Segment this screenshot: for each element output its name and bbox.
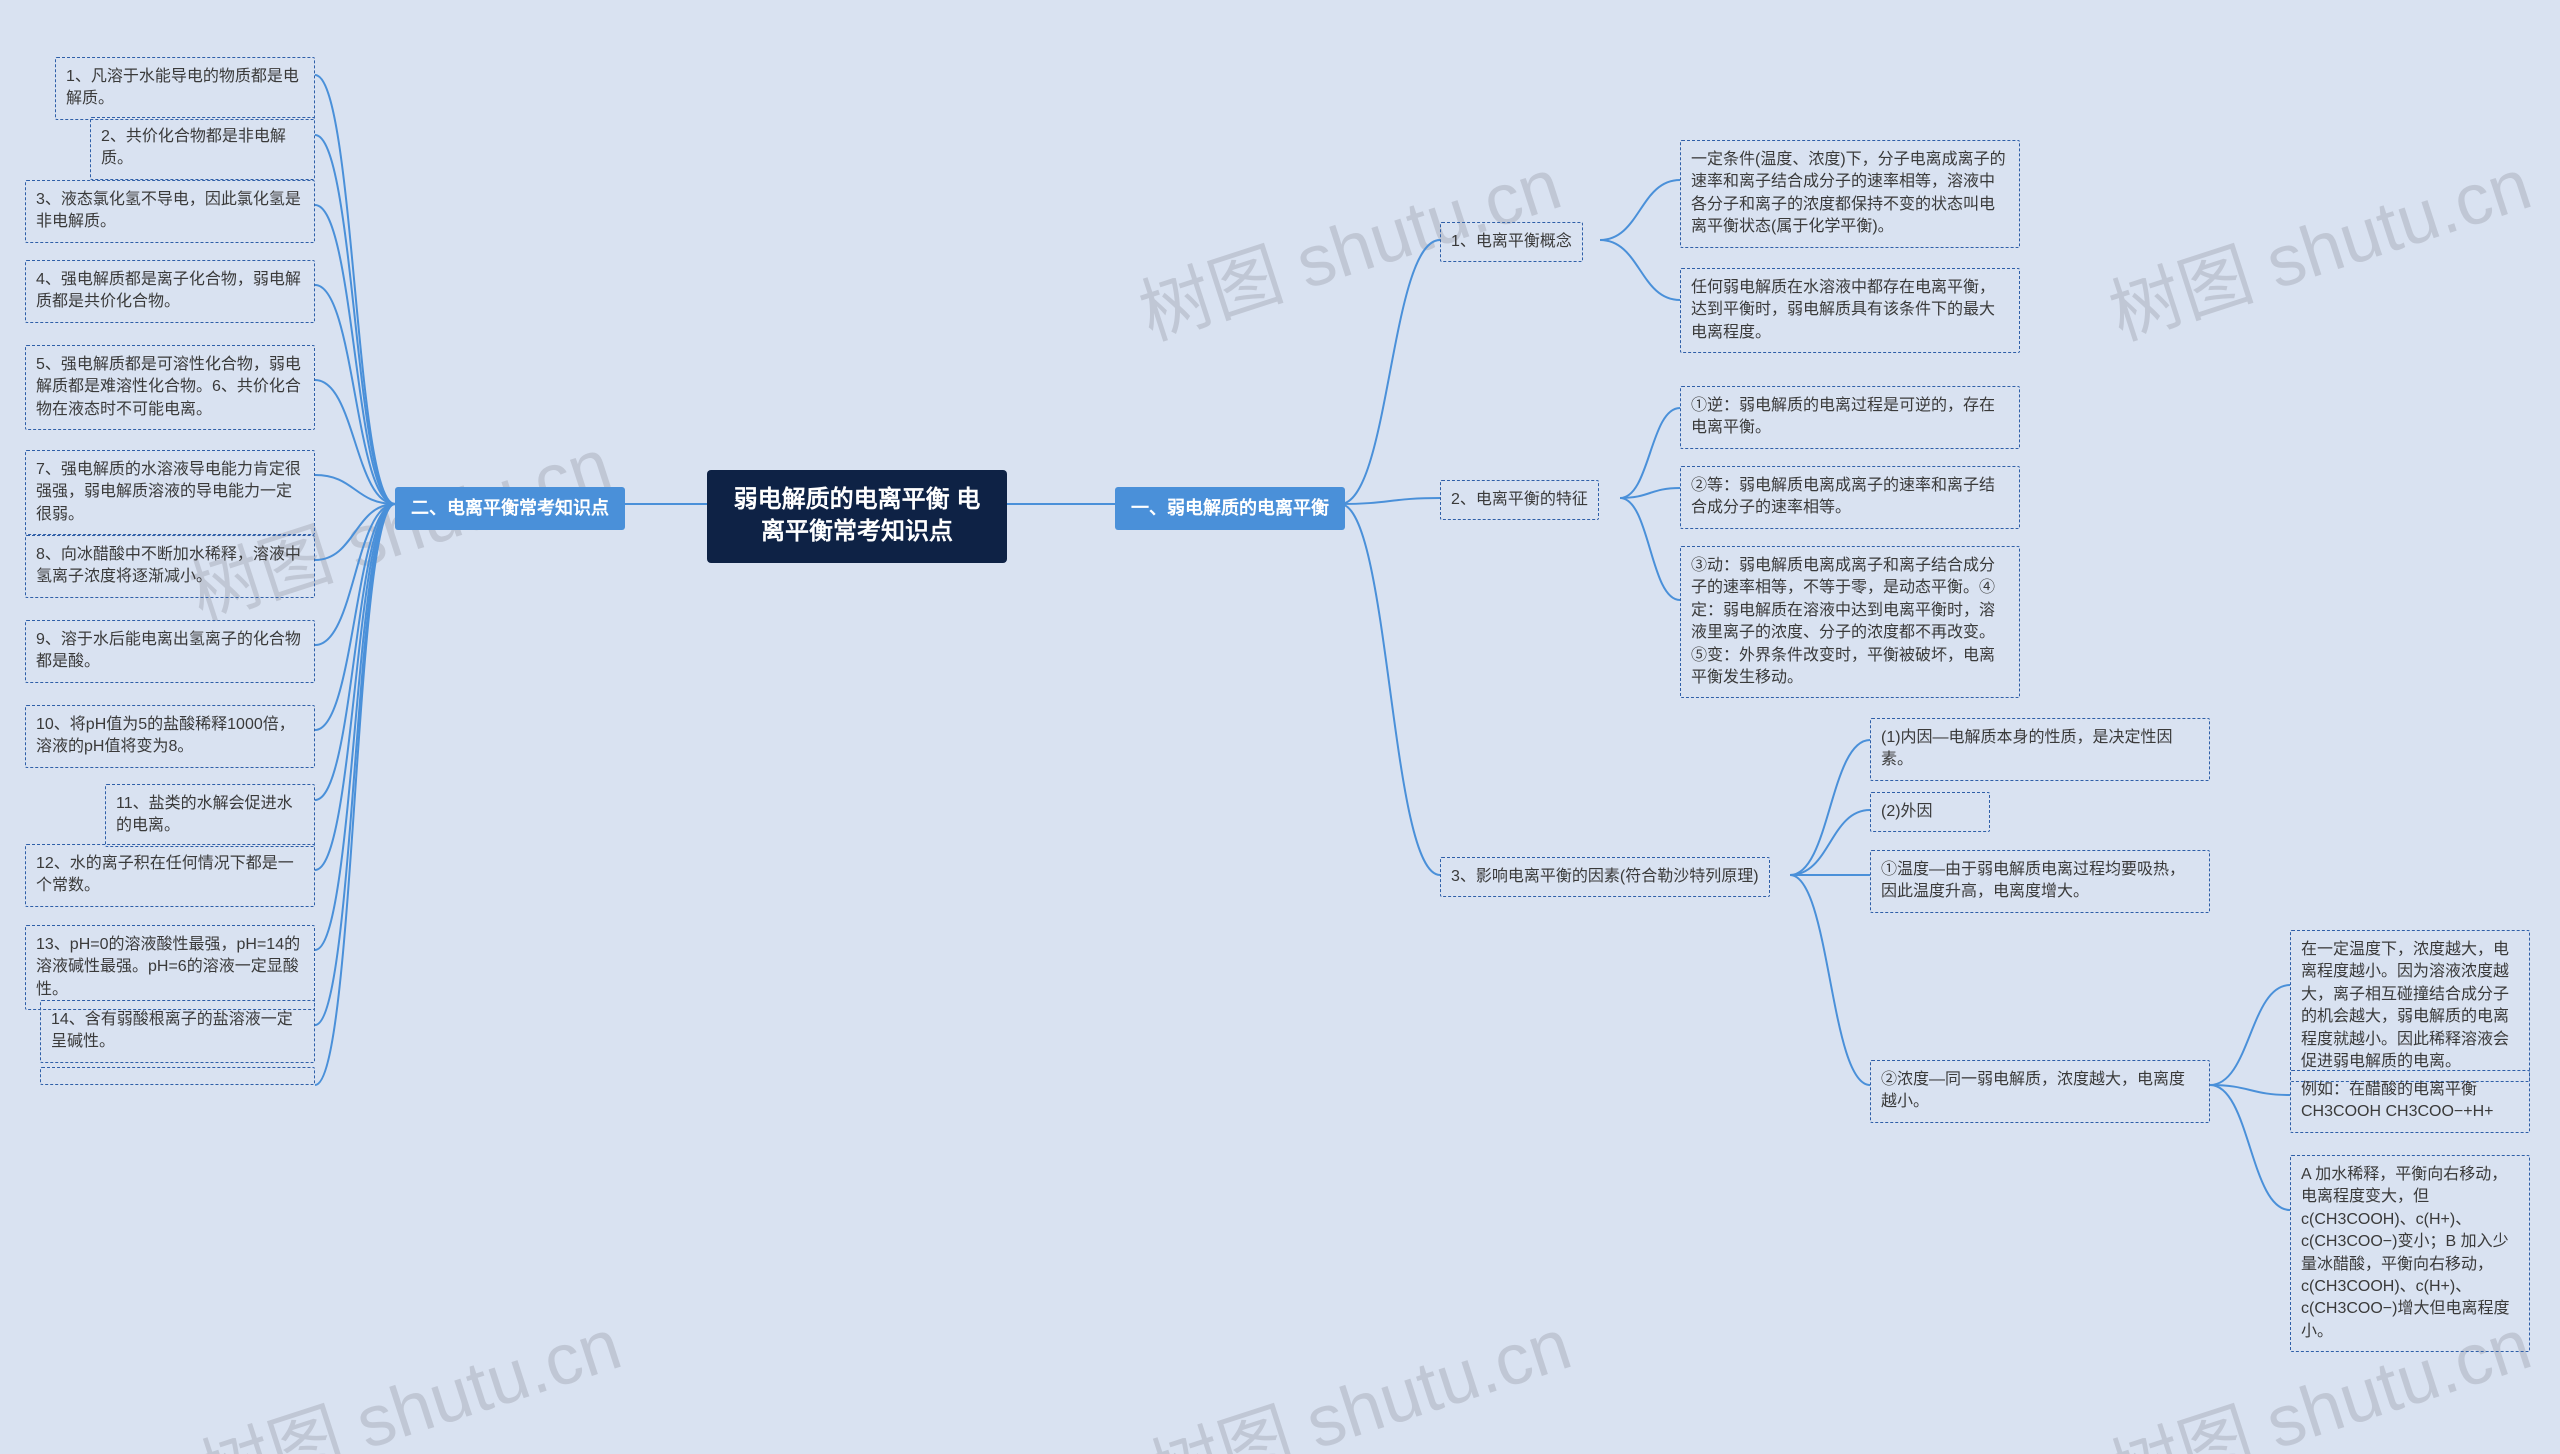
left-leaf-1: 1、凡溶于水能导电的物质都是电解质。 xyxy=(55,57,315,120)
right-sub-3-concentration: ②浓度—同一弱电解质，浓度越大，电离度越小。 xyxy=(1870,1060,2210,1123)
right-sub-3-conc-leaf-1: 在一定温度下，浓度越大，电离程度越小。因为溶液浓度越大，离子相互碰撞结合成分子的… xyxy=(2290,930,2530,1082)
left-leaf-6: 7、强电解质的水溶液导电能力肯定很强强，弱电解质溶液的导电能力一定很弱。 xyxy=(25,450,315,535)
right-sub-1-leaf-1: 一定条件(温度、浓度)下，分子电离成离子的速率和离子结合成分子的速率相等，溶液中… xyxy=(1680,140,2020,248)
branch-right: 一、弱电解质的电离平衡 xyxy=(1115,487,1345,530)
left-leaf-11: 12、水的离子积在任何情况下都是一个常数。 xyxy=(25,844,315,907)
left-leaf-14 xyxy=(40,1067,315,1085)
left-leaf-13: 14、含有弱酸根离子的盐溶液一定呈碱性。 xyxy=(40,1000,315,1063)
right-sub-3: 3、影响电离平衡的因素(符合勒沙特列原理) xyxy=(1440,857,1770,897)
left-leaf-9: 10、将pH值为5的盐酸稀释1000倍，溶液的pH值将变为8。 xyxy=(25,705,315,768)
right-sub-2: 2、电离平衡的特征 xyxy=(1440,480,1599,520)
right-sub-1: 1、电离平衡概念 xyxy=(1440,222,1583,262)
watermark: 树图 shutu.cn xyxy=(1134,1285,1581,1454)
right-sub-2-leaf-2: ②等：弱电解质电离成离子的速率和离子结合成分子的速率相等。 xyxy=(1680,466,2020,529)
right-sub-3-conc-leaf-2: 例如：在醋酸的电离平衡 CH3COOH CH3COO−+H+ xyxy=(2290,1070,2530,1133)
watermark: 树图 shutu.cn xyxy=(2094,125,2541,360)
watermark: 树图 shutu.cn xyxy=(184,1285,631,1454)
left-leaf-12: 13、pH=0的溶液酸性最强，pH=14的溶液碱性最强。pH=6的溶液一定显酸性… xyxy=(25,925,315,1010)
left-leaf-4: 4、强电解质都是离子化合物，弱电解质都是共价化合物。 xyxy=(25,260,315,323)
mindmap-canvas: 树图 shutu.cn 树图 shutu.cn 树图 shutu.cn 树图 s… xyxy=(0,0,2560,1454)
right-sub-2-leaf-3: ③动：弱电解质电离成离子和离子结合成分子的速率相等，不等于零，是动态平衡。④定：… xyxy=(1680,546,2020,698)
right-sub-3-leaf-1: (1)内因—电解质本身的性质，是决定性因素。 xyxy=(1870,718,2210,781)
left-leaf-7: 8、向冰醋酸中不断加水稀释，溶液中氢离子浓度将逐渐减小。 xyxy=(25,535,315,598)
right-sub-2-leaf-1: ①逆：弱电解质的电离过程是可逆的，存在电离平衡。 xyxy=(1680,386,2020,449)
left-leaf-3: 3、液态氯化氢不导电，因此氯化氢是非电解质。 xyxy=(25,180,315,243)
right-sub-3-conc-leaf-3: A 加水稀释，平衡向右移动，电离程度变大，但c(CH3COOH)、c(H+)、c… xyxy=(2290,1155,2530,1352)
left-leaf-8: 9、溶于水后能电离出氢离子的化合物都是酸。 xyxy=(25,620,315,683)
left-leaf-5: 5、强电解质都是可溶性化合物，弱电解质都是难溶性化合物。6、共价化合物在液态时不… xyxy=(25,345,315,430)
right-sub-3-leaf-3: ①温度—由于弱电解质电离过程均要吸热，因此温度升高，电离度增大。 xyxy=(1870,850,2210,913)
right-sub-3-leaf-2: (2)外因 xyxy=(1870,792,1990,832)
center-node: 弱电解质的电离平衡 电离平衡常考知识点 xyxy=(707,470,1007,563)
left-leaf-2: 2、共价化合物都是非电解质。 xyxy=(90,117,315,180)
branch-left: 二、电离平衡常考知识点 xyxy=(395,487,625,530)
right-sub-1-leaf-2: 任何弱电解质在水溶液中都存在电离平衡，达到平衡时，弱电解质具有该条件下的最大电离… xyxy=(1680,268,2020,353)
left-leaf-10: 11、盐类的水解会促进水的电离。 xyxy=(105,784,315,847)
